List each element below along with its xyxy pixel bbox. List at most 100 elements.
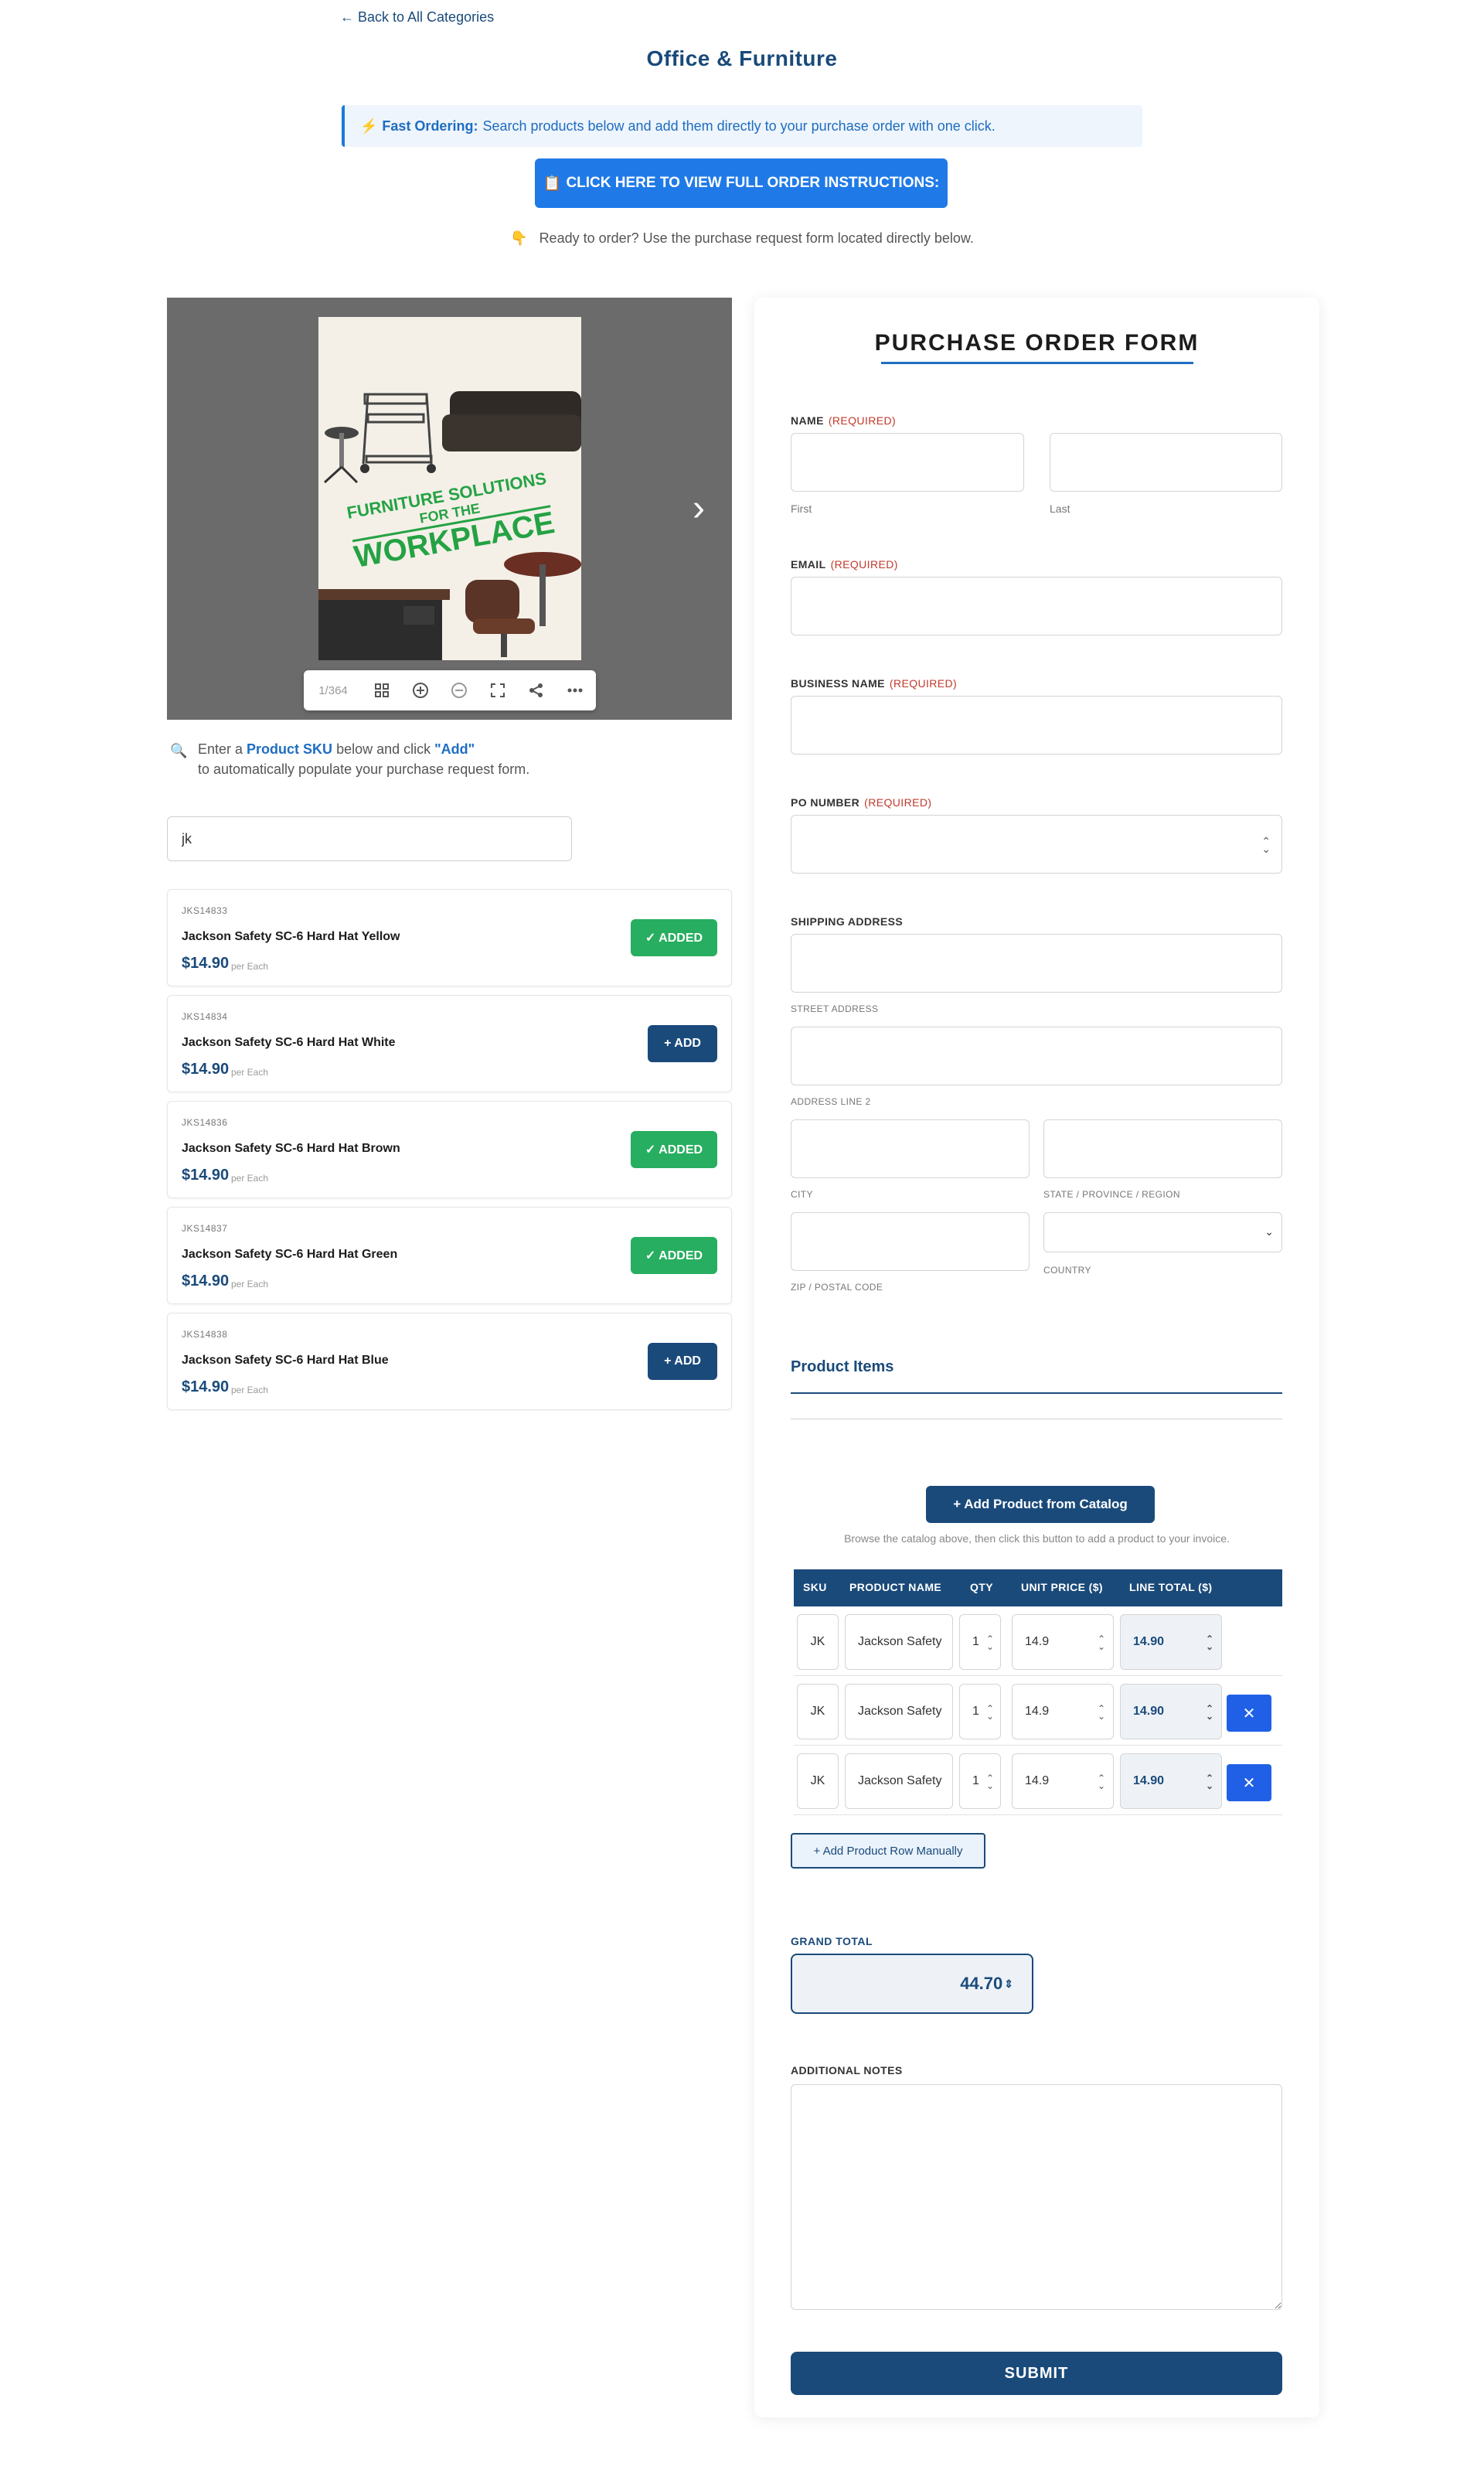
city-input[interactable] xyxy=(791,1119,1030,1178)
items-table-header: SKU PRODUCT NAME QTY UNIT PRICE ($) LINE… xyxy=(794,1569,1282,1606)
ready-to-order-text: 👇 Ready to order? Use the purchase reque… xyxy=(0,230,1484,247)
grid-view-icon[interactable] xyxy=(362,670,401,710)
catalog-cover-art: FURNITURE SOLUTIONS FOR THE WORKPLACE xyxy=(318,317,581,660)
shipping-address-label: SHIPPING ADDRESS xyxy=(791,915,904,928)
last-name-input[interactable] xyxy=(1050,433,1282,492)
product-card: JKS14833 Jackson Safety SC-6 Hard Hat Ye… xyxy=(167,889,732,986)
banner-label: Fast Ordering: xyxy=(382,118,478,134)
add-button[interactable]: + ADD xyxy=(648,1025,717,1062)
share-icon[interactable] xyxy=(517,670,556,710)
section-divider xyxy=(791,1392,1282,1394)
row-line-total: 14.90 ⌃ ⌄ xyxy=(1120,1684,1222,1739)
product-price: $14.90 xyxy=(182,955,230,972)
viewer-toolbar: 1/364 xyxy=(304,670,596,710)
row-sku-input[interactable]: JK xyxy=(797,1614,839,1670)
catalog-viewer[interactable]: FURNITURE SOLUTIONS FOR THE WORKPLACE › … xyxy=(167,298,732,720)
business-name-label: BUSINESS NAME (REQUIRED) xyxy=(791,677,958,690)
page-title: Office & Furniture xyxy=(646,46,838,70)
more-options-icon[interactable] xyxy=(556,670,594,710)
banner-text: Search products below and add them direc… xyxy=(482,118,996,134)
first-name-input[interactable] xyxy=(791,433,1024,492)
row-unit-price-input[interactable]: 14.9 ⌃ ⌄ xyxy=(1012,1684,1114,1739)
additional-notes-textarea[interactable] xyxy=(791,2084,1282,2310)
row-line-total: 14.90 ⌃ ⌄ xyxy=(1120,1614,1222,1670)
zip-input[interactable] xyxy=(791,1212,1030,1271)
zoom-in-icon[interactable] xyxy=(401,670,440,710)
chevron-down-icon: ⌄ xyxy=(1264,1225,1274,1238)
submit-button[interactable]: SUBMIT xyxy=(791,2352,1282,2395)
row-unit-price-input[interactable]: 14.9 ⌃ ⌄ xyxy=(1012,1753,1114,1809)
view-instructions-button[interactable]: 📋 CLICK HERE TO VIEW FULL ORDER INSTRUCT… xyxy=(535,158,948,208)
country-sublabel: COUNTRY xyxy=(1043,1265,1091,1276)
product-sku: JKS14834 xyxy=(182,1011,228,1022)
lightning-icon: ⚡ xyxy=(360,118,378,134)
zoom-out-icon[interactable] xyxy=(440,670,478,710)
po-number-label: PO NUMBER (REQUIRED) xyxy=(791,796,932,809)
th-sku: SKU xyxy=(803,1581,827,1593)
product-name: Jackson Safety SC-6 Hard Hat Yellow xyxy=(182,930,400,943)
magnifier-icon: 🔍 xyxy=(170,743,188,758)
product-unit: per Each xyxy=(231,1173,269,1184)
email-label: EMAIL (REQUIRED) xyxy=(791,558,898,571)
row-qty-input[interactable]: 1 ⌃ ⌄ xyxy=(959,1684,1001,1739)
first-name-sublabel: First xyxy=(791,503,812,515)
next-page-arrow-icon[interactable]: › xyxy=(693,489,716,528)
row-qty-input[interactable]: 1 ⌃ ⌄ xyxy=(959,1614,1001,1670)
business-name-input[interactable] xyxy=(791,696,1282,755)
row-product-name-input[interactable]: Jackson Safety xyxy=(845,1753,953,1809)
form-title: PURCHASE ORDER FORM xyxy=(874,330,1200,356)
product-price: $14.90 xyxy=(182,1061,230,1078)
add-row-manually-button[interactable]: + Add Product Row Manually xyxy=(791,1833,985,1869)
fast-ordering-banner: ⚡ Fast Ordering: Search products below a… xyxy=(342,105,1142,147)
product-price: $14.90 xyxy=(182,1272,230,1290)
row-unit-price-input[interactable]: 14.9 ⌃ ⌄ xyxy=(1012,1614,1114,1670)
product-sku: JKS14833 xyxy=(182,905,228,916)
street-address-input[interactable] xyxy=(791,934,1282,993)
add-from-catalog-button[interactable]: + Add Product from Catalog xyxy=(926,1486,1155,1523)
th-product-name: PRODUCT NAME xyxy=(849,1581,942,1593)
product-sku: JKS14836 xyxy=(182,1117,228,1128)
row-sku-input[interactable]: JK xyxy=(797,1753,839,1809)
row-sku-input[interactable]: JK xyxy=(797,1684,839,1739)
view-instructions-label: CLICK HERE TO VIEW FULL ORDER INSTRUCTIO… xyxy=(566,175,940,191)
row-product-name-input[interactable]: Jackson Safety xyxy=(845,1614,953,1670)
product-sku: JKS14838 xyxy=(182,1329,228,1340)
product-unit: per Each xyxy=(231,1385,269,1395)
grand-total-value: 44.70 xyxy=(960,1974,1003,1993)
product-unit: per Each xyxy=(231,1279,269,1290)
address-line2-input[interactable] xyxy=(791,1027,1282,1085)
name-label: NAME (REQUIRED) xyxy=(791,414,897,427)
po-number-spinner-icon[interactable]: ⌃ ⌄ xyxy=(1261,836,1271,854)
grand-total-spinner-icon: ⇕ xyxy=(1004,1977,1013,1990)
row-product-name-input[interactable]: Jackson Safety xyxy=(845,1684,953,1739)
product-card: JKS14834 Jackson Safety SC-6 Hard Hat Wh… xyxy=(167,995,732,1092)
table-row: JK Jackson Safety 1 ⌃ ⌄ 14.9 ⌃ ⌄ 14.90 ⌃ ⌄ xyxy=(794,1606,1282,1676)
product-unit: per Each xyxy=(231,961,269,972)
additional-notes-label: ADDITIONAL NOTES xyxy=(791,2064,903,2077)
back-to-categories-link[interactable]: ← Back to All Categories xyxy=(340,9,494,26)
sku-search-input[interactable] xyxy=(167,816,572,861)
street-address-sublabel: STREET ADDRESS xyxy=(791,1003,879,1014)
po-number-input[interactable]: ⌃ ⌄ xyxy=(791,815,1282,874)
add-button[interactable]: + ADD xyxy=(648,1343,717,1380)
th-unit-price: UNIT PRICE ($) xyxy=(1021,1581,1103,1593)
state-sublabel: STATE / PROVINCE / REGION xyxy=(1043,1189,1180,1200)
hint-mid: below and click xyxy=(332,741,435,757)
email-input[interactable] xyxy=(791,577,1282,635)
remove-row-button[interactable]: ✕ xyxy=(1227,1695,1271,1732)
row-qty-input[interactable]: 1 ⌃ ⌄ xyxy=(959,1753,1001,1809)
added-button[interactable]: ✓ ADDED xyxy=(631,1131,717,1168)
added-button[interactable]: ✓ ADDED xyxy=(631,1237,717,1274)
product-name: Jackson Safety SC-6 Hard Hat White xyxy=(182,1036,396,1049)
catalog-hint: Browse the catalog above, then click thi… xyxy=(844,1532,1230,1545)
state-input[interactable] xyxy=(1043,1119,1282,1178)
remove-row-button[interactable]: ✕ xyxy=(1227,1764,1271,1801)
catalog-cover-image: FURNITURE SOLUTIONS FOR THE WORKPLACE xyxy=(318,317,581,660)
country-select[interactable]: ⌄ xyxy=(1043,1212,1282,1252)
zip-sublabel: ZIP / POSTAL CODE xyxy=(791,1282,883,1293)
hint-pre: Enter a xyxy=(198,741,247,757)
clipboard-icon: 📋 xyxy=(543,175,562,192)
hint-post: to automatically populate your purchase … xyxy=(198,761,530,777)
added-button[interactable]: ✓ ADDED xyxy=(631,919,717,956)
fullscreen-icon[interactable] xyxy=(478,670,517,710)
